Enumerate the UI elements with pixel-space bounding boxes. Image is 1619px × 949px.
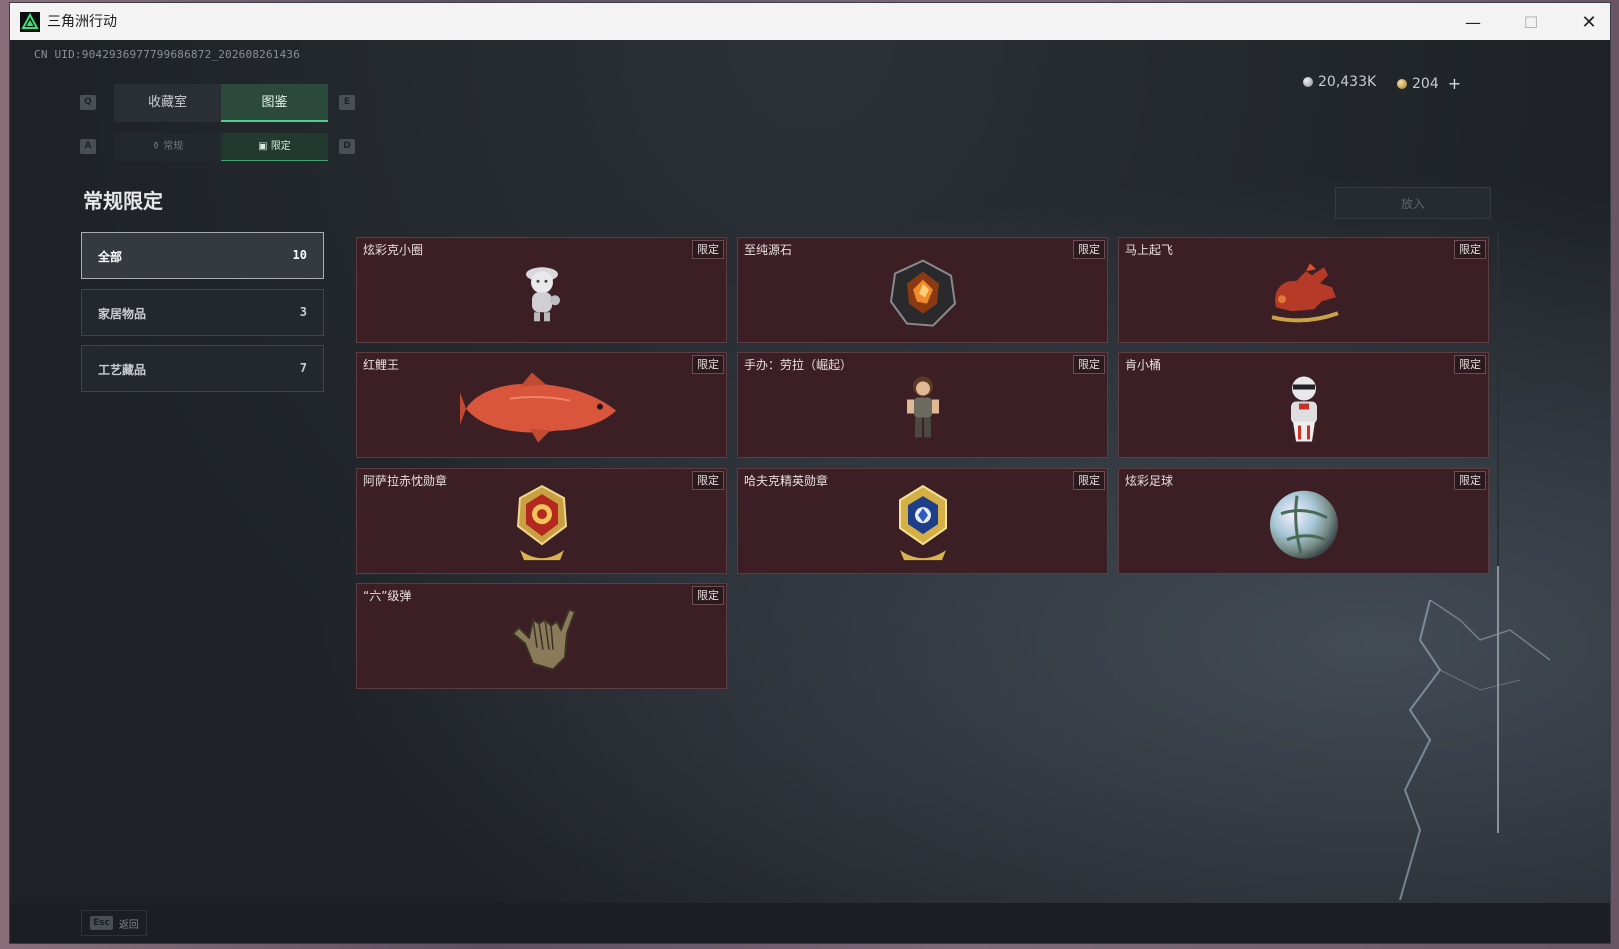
gold-coin-icon: [1397, 78, 1407, 89]
main-tabs: 收藏室 图鉴: [114, 84, 328, 122]
hand-gesture-icon: [511, 608, 576, 671]
limited-badge: 限定: [1073, 471, 1105, 490]
title-bar: 三角洲行动 — ☐ ✕: [10, 3, 1610, 40]
bucket-figure-icon: [1290, 376, 1317, 442]
key-hint-e: E: [339, 95, 355, 110]
tab-limited[interactable]: ▣ 限定: [221, 133, 328, 161]
category-label: 家居物品: [98, 307, 147, 321]
gold-amount: 204: [1412, 75, 1439, 92]
close-button[interactable]: ✕: [1566, 9, 1612, 35]
item-name: 马上起飞: [1125, 243, 1174, 257]
back-label: 返回: [118, 919, 139, 931]
window-title: 三角洲行动: [47, 14, 117, 30]
limited-badge: 限定: [692, 586, 724, 605]
item-card[interactable]: 马上起飞 限定: [1118, 237, 1489, 343]
key-hint-q: Q: [80, 95, 96, 110]
app-logo-icon: [20, 12, 40, 32]
bottom-bar: Esc 返回: [10, 903, 1610, 943]
sub-tabs: ⚱ 常规 ▣ 限定: [114, 133, 328, 161]
limited-badge: 限定: [1454, 471, 1486, 490]
limited-badge: 限定: [1073, 355, 1105, 374]
limited-badge: 限定: [692, 471, 724, 490]
origin-stone-icon: [889, 259, 956, 327]
user-uid: CN UID:9042936977799686872_202608261436: [34, 48, 301, 61]
silver-currency: 20,433K: [1303, 74, 1376, 90]
item-card[interactable]: 手办：劳拉（崛起） 限定: [737, 352, 1108, 458]
item-name: 手办：劳拉（崛起）: [744, 358, 853, 372]
limited-badge: 限定: [1454, 355, 1486, 374]
put-in-button[interactable]: 放入: [1335, 187, 1491, 219]
figurine-icon: [525, 267, 560, 322]
gold-currency: 204 +: [1397, 74, 1461, 93]
item-name: “六”级弹: [363, 589, 412, 603]
item-name: 红鲤王: [363, 358, 400, 372]
image-icon: ▣: [258, 141, 271, 152]
silver-coin-icon: [1303, 77, 1313, 87]
tab-collection-room[interactable]: 收藏室: [114, 84, 221, 122]
horse-icon: [1271, 263, 1339, 323]
limited-badge: 限定: [1454, 240, 1486, 259]
category-count: 3: [299, 305, 307, 319]
item-card[interactable]: 红鲤王 限定: [356, 352, 727, 458]
category-household[interactable]: 家居物品 3: [81, 289, 324, 336]
item-card[interactable]: 炫彩足球 限定: [1118, 468, 1489, 574]
category-count: 7: [299, 361, 307, 375]
item-name: 炫彩克小圈: [363, 243, 424, 257]
category-count: 10: [292, 248, 307, 262]
item-name: 阿萨拉赤忱勋章: [363, 474, 448, 488]
silver-amount: 20,433K: [1318, 74, 1377, 90]
section-title: 常规限定: [83, 189, 163, 213]
medal-blue-icon: [898, 484, 947, 561]
tab-catalog[interactable]: 图鉴: [221, 84, 328, 122]
key-hint-d: D: [339, 139, 355, 154]
category-all[interactable]: 全部 10: [81, 232, 324, 279]
item-name: 哈夫克精英勋章: [744, 474, 829, 488]
limited-badge: 限定: [692, 355, 724, 374]
item-card[interactable]: 肯小桶 限定: [1118, 352, 1489, 458]
item-name: 至纯源石: [744, 243, 793, 257]
tab-regular-label: 常规: [163, 141, 184, 152]
maximize-button[interactable]: ☐: [1508, 9, 1554, 35]
lightning-decoration: [1399, 600, 1551, 900]
esc-key-hint: Esc: [90, 916, 113, 930]
main-content: CN UID:9042936977799686872_202608261436 …: [10, 40, 1610, 903]
tab-limited-label: 限定: [270, 141, 291, 152]
minimize-button[interactable]: —: [1450, 9, 1496, 35]
item-name: 炫彩足球: [1125, 474, 1174, 488]
item-card[interactable]: 阿萨拉赤忱勋章 限定: [356, 468, 727, 574]
key-hint-a: A: [80, 139, 96, 154]
app-window: 三角洲行动 — ☐ ✕ CN UID:9042936977799686872_2…: [10, 3, 1610, 943]
scrollbar-thumb[interactable]: [1497, 566, 1499, 833]
koi-fish-icon: [459, 372, 616, 443]
lara-figure-icon: [906, 376, 939, 438]
item-card[interactable]: 至纯源石 限定: [737, 237, 1108, 343]
add-currency-button[interactable]: +: [1448, 74, 1461, 93]
category-label: 全部: [98, 250, 123, 264]
flask-icon: ⚱: [151, 141, 164, 152]
item-card[interactable]: 炫彩克小圈 限定: [356, 237, 727, 343]
tab-regular[interactable]: ⚱ 常规: [114, 133, 221, 161]
soccer-ball-icon: [1269, 490, 1338, 559]
limited-badge: 限定: [1073, 240, 1105, 259]
item-card[interactable]: “六”级弹 限定: [356, 583, 727, 689]
limited-badge: 限定: [692, 240, 724, 259]
item-name: 肯小桶: [1125, 358, 1162, 372]
medal-gold-icon: [516, 484, 567, 561]
back-button[interactable]: Esc 返回: [81, 910, 147, 936]
category-label: 工艺藏品: [98, 363, 147, 377]
category-crafts[interactable]: 工艺藏品 7: [81, 345, 324, 392]
item-card[interactable]: 哈夫克精英勋章 限定: [737, 468, 1108, 574]
